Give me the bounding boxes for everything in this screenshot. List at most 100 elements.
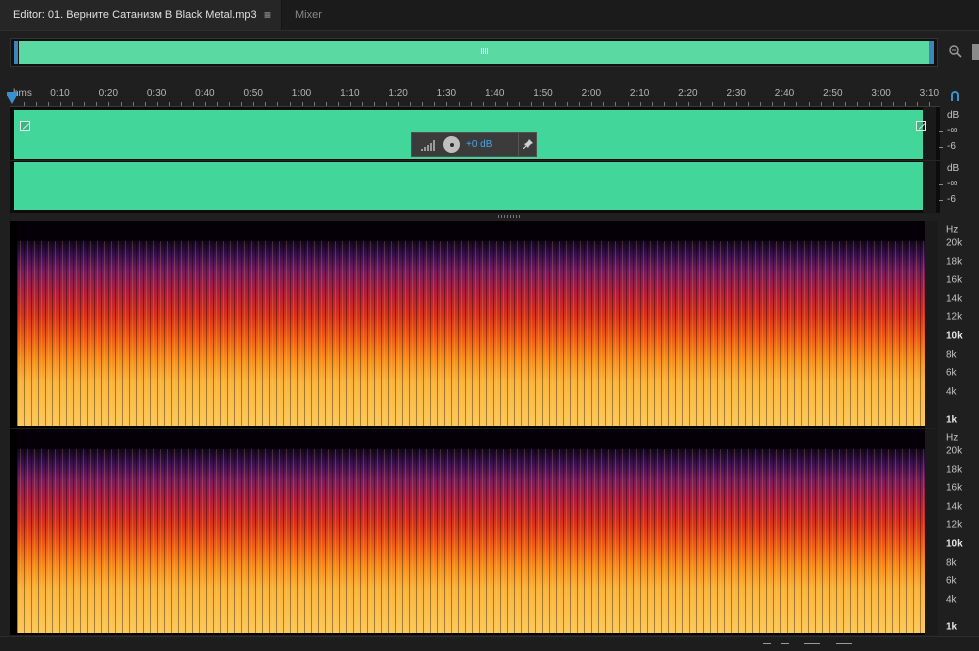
time-ruler[interactable]: hms 0:10 0:20 0:30 0:40 0:50 1:00 1:10 1:20 1:30… xyxy=(10,86,940,107)
ruler-minor-tick xyxy=(651,102,653,106)
db-minus6-label: -6 xyxy=(947,141,956,152)
ruler-minor-tick xyxy=(241,102,243,106)
db-scale-right-channel: dB -∞ -6 xyxy=(939,163,979,211)
ruler-tick-label: 3:00 xyxy=(871,88,891,99)
ruler-minor-tick xyxy=(687,102,689,106)
hz-tick-label: 16k xyxy=(946,482,963,494)
fade-out-handle[interactable] xyxy=(916,121,926,131)
hz-tick-label: 18k xyxy=(946,256,963,268)
ruler-minor-tick xyxy=(494,102,496,106)
hz-tick-label: 8k xyxy=(946,557,957,569)
ruler-minor-tick xyxy=(832,102,834,106)
ruler-tick-label: 2:50 xyxy=(823,88,843,99)
volume-hud: +0 dB xyxy=(411,132,537,157)
ruler-minor-tick xyxy=(748,102,750,106)
tab-mixer[interactable]: Mixer xyxy=(295,0,322,30)
spectrogram-left xyxy=(17,241,925,426)
ruler-tick-label: 0:30 xyxy=(146,88,167,99)
ruler-minor-tick xyxy=(253,102,255,106)
ruler-minor-tick xyxy=(434,102,436,106)
ruler-minor-tick xyxy=(386,102,388,106)
ruler-minor-tick xyxy=(711,102,713,106)
ruler-minor-tick xyxy=(880,102,882,106)
snap-magnet-icon[interactable] xyxy=(949,90,961,102)
overview-drag-grip[interactable] xyxy=(481,48,489,54)
volume-knob-icon[interactable] xyxy=(443,136,460,153)
ruler-minor-tick xyxy=(205,102,207,106)
hz-tick-label: 20k xyxy=(946,237,963,249)
ruler-minor-tick xyxy=(265,102,267,106)
ruler-minor-tick xyxy=(905,102,907,106)
hz-unit: Hz xyxy=(946,224,959,236)
ruler-minor-tick xyxy=(736,102,738,106)
ruler-minor-tick xyxy=(506,102,508,106)
overview-navigator[interactable] xyxy=(10,38,938,67)
ruler-minor-tick xyxy=(591,102,593,106)
hud-divider xyxy=(518,133,519,156)
volume-value[interactable]: +0 dB xyxy=(466,139,492,150)
waveform-channel-right xyxy=(14,162,923,210)
ruler-minor-tick xyxy=(470,102,472,106)
db-minus6-label: -6 xyxy=(947,194,956,205)
ruler-minor-tick xyxy=(229,102,231,106)
zoom-in-icon[interactable] xyxy=(781,643,789,650)
ruler-minor-tick xyxy=(156,102,158,106)
overview-left-handle[interactable] xyxy=(14,41,18,64)
hamburger-menu-icon[interactable]: ≡ xyxy=(264,0,271,31)
ruler-minor-tick xyxy=(72,102,74,106)
ruler-tick-label: 1:30 xyxy=(436,88,457,99)
tab-editor[interactable]: Editor: 01. Верните Сатанизм В Black Met… xyxy=(0,0,282,30)
ruler-minor-tick xyxy=(567,102,569,106)
hz-scale-right-channel: Hz 20k 18k 16k 14k 12k 10k 8k 6k 4k 1k xyxy=(941,429,979,635)
ruler-minor-tick xyxy=(543,102,544,106)
hz-tick-label: 18k xyxy=(946,464,963,476)
playhead-icon[interactable] xyxy=(7,95,17,104)
spectral-top-band xyxy=(17,221,925,241)
ruler-minor-tick xyxy=(192,102,194,106)
tab-editor-label: Editor: 01. Верните Сатанизм В Black Met… xyxy=(13,9,257,21)
ruler-tick-label: 1:20 xyxy=(388,88,408,99)
ruler-tick-label: 2:40 xyxy=(774,88,795,99)
ruler-minor-tick xyxy=(361,102,363,106)
overview-right-handle[interactable] xyxy=(929,41,934,64)
ruler-minor-tick xyxy=(398,102,400,106)
ruler-tick-label: 0:20 xyxy=(98,88,119,99)
ruler-minor-tick xyxy=(301,102,303,106)
zoom-out-icon[interactable] xyxy=(763,643,771,650)
zoom-full-icon[interactable] xyxy=(804,643,820,650)
spectral-display-left-channel[interactable] xyxy=(10,221,938,428)
hz-tick-label: 8k xyxy=(946,349,957,361)
ruler-minor-tick xyxy=(663,102,665,106)
ruler-minor-tick xyxy=(337,102,339,106)
hz-tick-label: 6k xyxy=(946,575,957,587)
spectral-end-gap xyxy=(925,221,938,428)
pin-icon[interactable] xyxy=(523,139,533,149)
db-tick xyxy=(939,184,943,185)
ruler-minor-tick xyxy=(349,102,351,106)
spectrogram-right xyxy=(17,449,925,633)
ruler-tick-label: 1:10 xyxy=(340,88,360,99)
view-splitter-grip[interactable] xyxy=(498,215,522,218)
db-infinity-label: -∞ xyxy=(947,178,958,189)
ruler-minor-tick xyxy=(24,102,25,106)
hz-tick-label: 12k xyxy=(946,311,963,323)
ruler-minor-tick xyxy=(615,102,617,106)
panel-tab-bar: Editor: 01. Верните Сатанизм В Black Met… xyxy=(0,0,979,31)
ruler-minor-tick xyxy=(410,102,412,106)
zoom-selection-icon[interactable] xyxy=(836,643,852,650)
ruler-minor-tick xyxy=(144,102,146,106)
hz-tick-label: 14k xyxy=(946,293,963,305)
ruler-minor-tick xyxy=(374,102,376,106)
spectral-display-right-channel[interactable] xyxy=(10,429,938,635)
ruler-minor-tick xyxy=(132,102,134,106)
overview-waveform xyxy=(19,41,930,64)
db-tick xyxy=(939,200,943,201)
spectral-top-band xyxy=(17,429,925,449)
panel-edge-icon[interactable] xyxy=(972,44,979,60)
hz-tick-label: 20k xyxy=(946,445,963,457)
ruler-minor-tick xyxy=(60,102,62,106)
zoom-icon[interactable] xyxy=(948,44,962,58)
fade-in-handle[interactable] xyxy=(20,121,30,131)
ruler-minor-tick xyxy=(699,102,701,106)
ruler-minor-tick xyxy=(784,102,786,106)
